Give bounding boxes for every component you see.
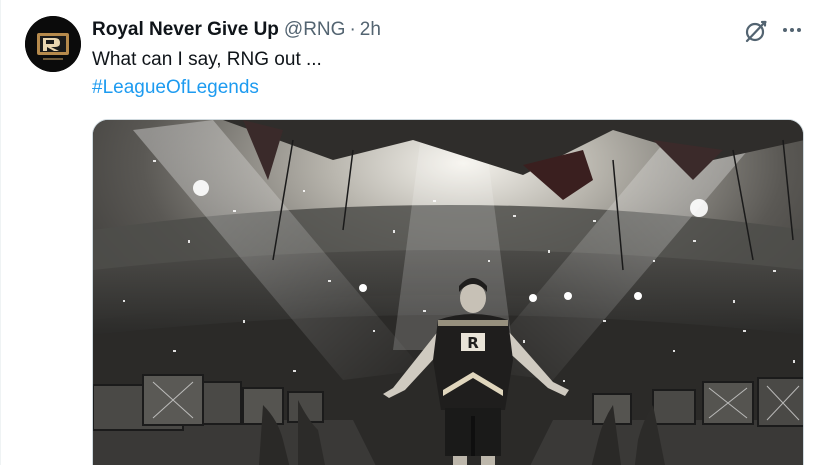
avatar[interactable] [25,16,81,72]
timestamp[interactable]: 2h [360,19,381,41]
grok-icon[interactable] [743,18,769,44]
arena-illustration: R [93,120,803,465]
more-icon[interactable] [780,20,804,40]
tweet-media-image[interactable]: R [92,119,804,465]
rng-logo-icon [25,16,81,72]
user-handle[interactable]: @RNG [284,19,346,41]
tweet-card[interactable]: Royal Never Give Up @RNG · 2h What can I… [0,0,827,465]
tweet-header: Royal Never Give Up @RNG · 2h [92,18,381,42]
display-name[interactable]: Royal Never Give Up [92,19,279,41]
jersey-logo: R [467,334,479,352]
timeline-divider [0,0,1,465]
tweet-text: What can I say, RNG out ... [92,49,322,70]
separator-dot: · [349,19,356,40]
hashtag-link[interactable]: #LeagueOfLegends [92,77,259,99]
